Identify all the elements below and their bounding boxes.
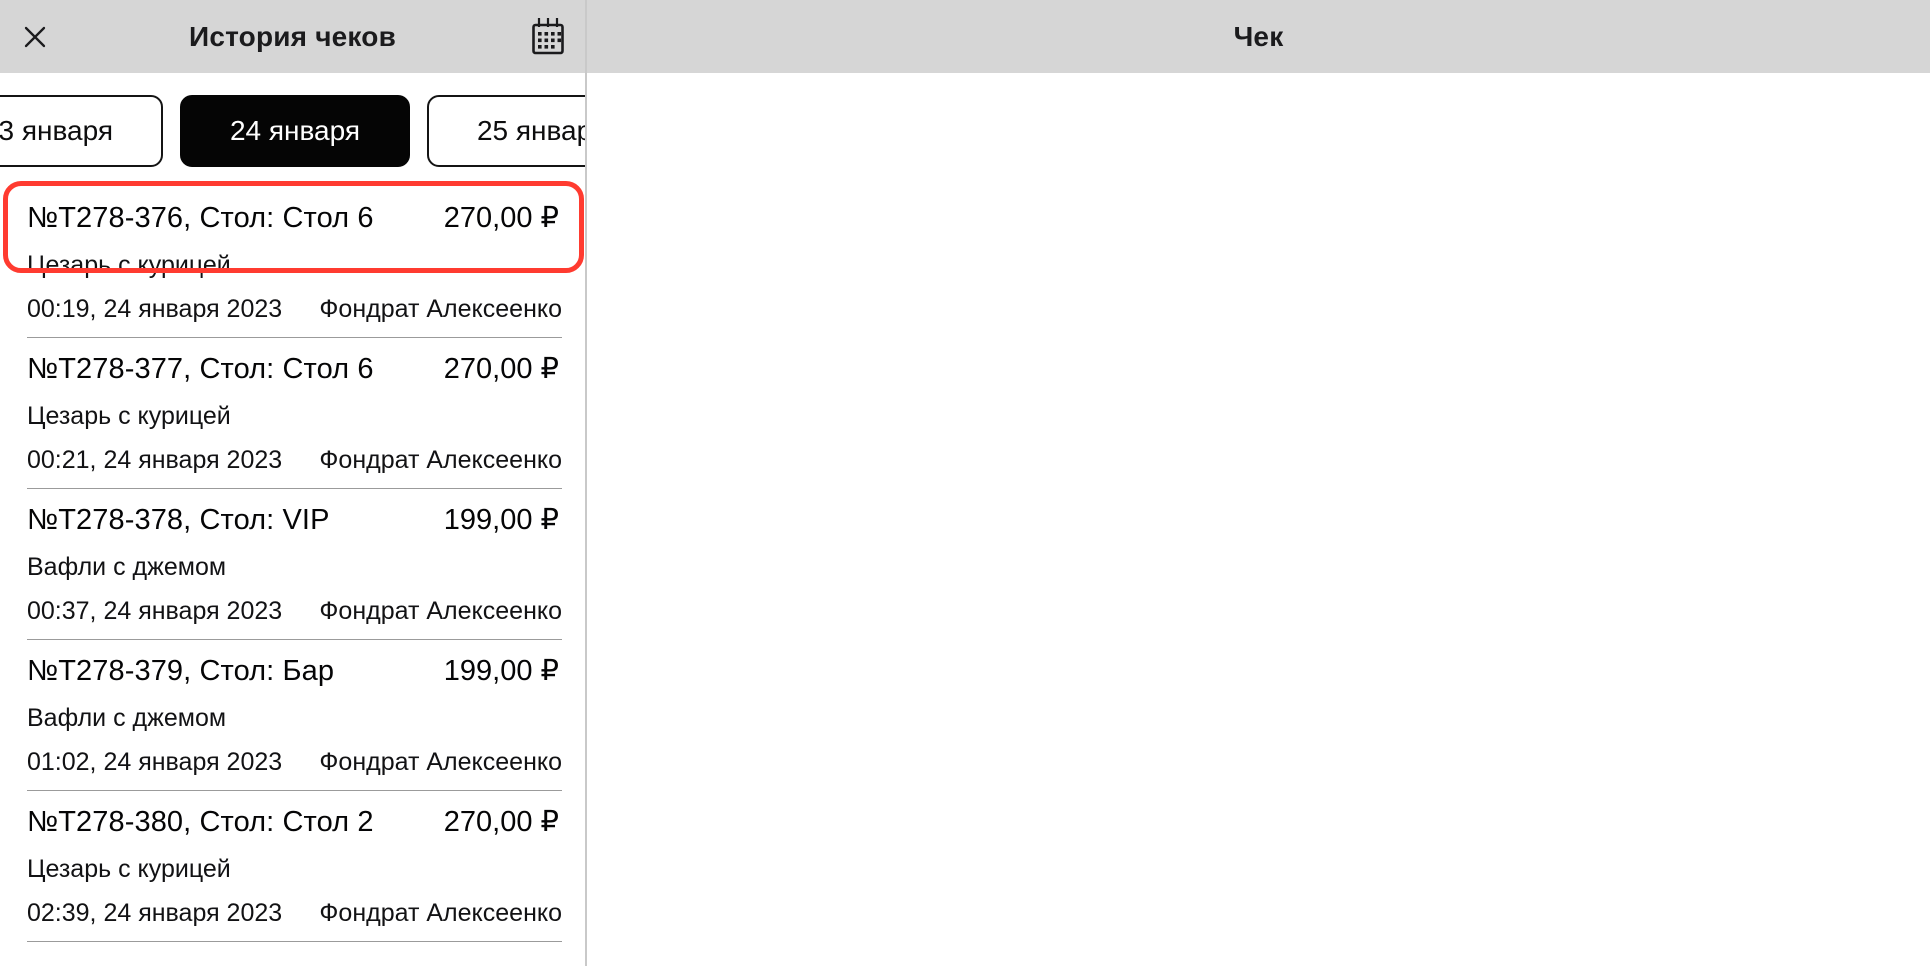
receipt-employee: Фондрат Алексеенко — [319, 899, 562, 927]
receipt-row-bottom: 00:19, 24 января 2023 Фондрат Алексеенко — [27, 295, 562, 323]
receipt-row-bottom: 02:39, 24 января 2023 Фондрат Алексеенко — [27, 899, 562, 927]
receipt-price: 199,00 ₽ — [443, 504, 559, 536]
receipt-datetime: 00:37, 24 января 2023 — [27, 597, 283, 625]
receipt-title: №T278-377, Стол: Стол 6 — [27, 353, 374, 385]
receipt-employee: Фондрат Алексеенко — [319, 748, 562, 776]
receipt-item-name: Цезарь с курицей — [27, 251, 231, 279]
receipt-detail-title: Чек — [1233, 20, 1284, 52]
receipt-price: 199,00 ₽ — [443, 655, 559, 687]
receipt-row[interactable]: №T278-377, Стол: Стол 6 270,00 ₽ Цезарь … — [27, 338, 562, 489]
receipt-item-name: Вафли с джемом — [27, 704, 227, 732]
receipt-row-top: №T278-380, Стол: Стол 2 270,00 ₽ — [27, 805, 562, 839]
receipt-history-panel: История чеков 3 января 24 января 25 янва… — [0, 0, 585, 966]
receipt-datetime: 01:02, 24 января 2023 — [27, 748, 283, 776]
receipt-item-name: Цезарь с курицей — [27, 402, 231, 430]
receipt-price: 270,00 ₽ — [443, 806, 559, 838]
receipt-row[interactable]: №T278-376, Стол: Стол 6 270,00 ₽ Цезарь … — [27, 187, 562, 338]
receipt-row-bottom: 00:21, 24 января 2023 Фондрат Алексеенко — [27, 446, 562, 474]
close-icon — [19, 21, 51, 53]
receipt-row-top: №T278-376, Стол: Стол 6 270,00 ₽ — [27, 201, 562, 235]
receipt-row[interactable]: №T278-380, Стол: Стол 2 270,00 ₽ Цезарь … — [27, 791, 562, 942]
receipt-item-name: Цезарь с курицей — [27, 855, 231, 883]
date-tab[interactable]: 23 января — [0, 95, 163, 167]
close-button[interactable] — [12, 14, 58, 60]
date-tab[interactable]: 24 января — [180, 95, 410, 167]
receipt-header: Чек — [587, 0, 1930, 73]
receipt-row[interactable]: №T278-379, Стол: Бар 199,00 ₽ Вафли с дж… — [27, 640, 562, 791]
receipt-employee: Фондрат Алексеенко — [319, 295, 562, 323]
receipt-employee: Фондрат Алексеенко — [319, 597, 562, 625]
receipt-title: №T278-376, Стол: Стол 6 — [27, 202, 374, 234]
receipt-row-top: №T278-378, Стол: VIP 199,00 ₽ — [27, 503, 562, 537]
receipt-row-bottom: 00:37, 24 января 2023 Фондрат Алексеенко — [27, 597, 562, 625]
receipt-employee: Фондрат Алексеенко — [319, 446, 562, 474]
receipt-price: 270,00 ₽ — [443, 353, 559, 385]
receipt-row-top: №T278-377, Стол: Стол 6 270,00 ₽ — [27, 352, 562, 386]
receipt-title: №T278-380, Стол: Стол 2 — [27, 806, 374, 838]
pos-receipt-history-screen: История чеков 3 января 24 января 25 янва… — [0, 0, 1930, 966]
receipt-list[interactable]: №T278-376, Стол: Стол 6 270,00 ₽ Цезарь … — [0, 187, 585, 942]
receipt-item-name: Вафли с джемом — [27, 553, 227, 581]
date-tab-strip[interactable]: 23 января 24 января 25 января — [0, 95, 585, 167]
receipt-row[interactable]: №T278-378, Стол: VIP 199,00 ₽ Вафли с дж… — [27, 489, 562, 640]
receipt-row-top: №T278-379, Стол: Бар 199,00 ₽ — [27, 654, 562, 688]
calendar-icon — [529, 16, 567, 58]
receipt-datetime: 00:21, 24 января 2023 — [27, 446, 283, 474]
history-title: История чеков — [189, 20, 396, 52]
receipt-price: 270,00 ₽ — [443, 202, 559, 234]
receipt-title: №T278-378, Стол: VIP — [27, 504, 330, 536]
receipt-datetime: 00:19, 24 января 2023 — [27, 295, 283, 323]
receipt-detail-panel: Чек — [587, 0, 1930, 966]
calendar-button[interactable] — [525, 14, 571, 60]
history-header: История чеков — [0, 0, 585, 73]
receipt-row-bottom: 01:02, 24 января 2023 Фондрат Алексеенко — [27, 748, 562, 776]
date-tab[interactable]: 25 января — [427, 95, 585, 167]
date-tabs-section: 23 января 24 января 25 января — [0, 95, 585, 273]
receipt-title: №T278-379, Стол: Бар — [27, 655, 335, 687]
receipt-datetime: 02:39, 24 января 2023 — [27, 899, 283, 927]
